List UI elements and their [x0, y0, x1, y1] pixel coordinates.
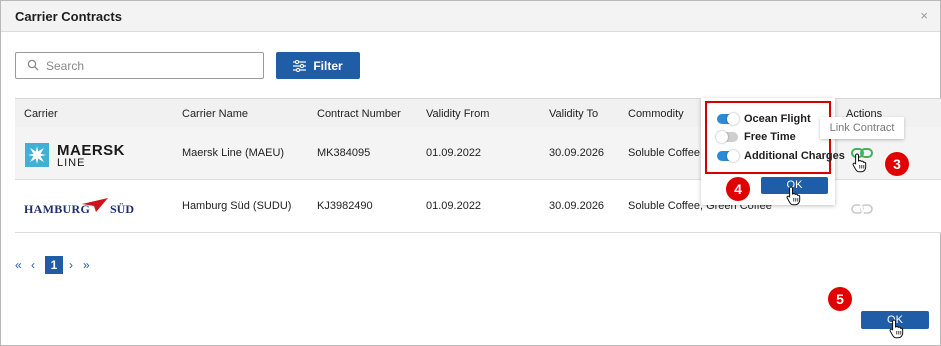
option-label: Ocean Flight: [744, 113, 811, 125]
maersk-logo-subtext: LINE: [57, 157, 86, 169]
carrier-name-cell: Maersk Line (MAEU): [182, 147, 285, 159]
hand-pointer-icon: [786, 186, 801, 206]
toggle-switch[interactable]: [716, 131, 738, 143]
validity-from-cell: 01.09.2022: [426, 200, 482, 212]
filter-button[interactable]: Filter: [276, 52, 360, 79]
dialog-title: Carrier Contracts: [15, 9, 122, 24]
contract-number-cell: KJ3982490: [317, 200, 373, 212]
toggle-switch[interactable]: [717, 150, 739, 162]
header-commodity[interactable]: Commodity: [628, 108, 684, 120]
filter-label: Filter: [313, 58, 343, 73]
hamburg-logo-subtext: SÜD: [110, 202, 135, 216]
validity-to-cell: 30.09.2026: [549, 147, 605, 159]
close-icon[interactable]: ×: [920, 8, 928, 23]
link-contract-tooltip: Link Contract: [820, 117, 904, 139]
step-badge-4: 4: [726, 177, 750, 201]
link-icon[interactable]: [851, 203, 873, 215]
header-carrier-name[interactable]: Carrier Name: [182, 108, 248, 120]
dialog-titlebar: Carrier Contracts ×: [1, 1, 940, 32]
first-page-button[interactable]: «: [15, 258, 29, 272]
next-page-button[interactable]: ›: [69, 258, 79, 272]
option-label: Free Time: [744, 131, 796, 143]
validity-to-cell: 30.09.2026: [549, 200, 605, 212]
header-carrier[interactable]: Carrier: [24, 108, 58, 120]
hand-pointer-icon: [852, 153, 867, 173]
search-icon: [27, 59, 39, 71]
toggle-switch[interactable]: [717, 113, 739, 125]
header-validity-to[interactable]: Validity To: [549, 108, 598, 120]
validity-from-cell: 01.09.2022: [426, 147, 482, 159]
carrier-name-cell: Hamburg Süd (SUDU): [182, 200, 292, 212]
header-contract-number[interactable]: Contract Number: [317, 108, 401, 120]
search-input[interactable]: [46, 57, 251, 75]
maersk-star-icon: [25, 143, 49, 167]
option-additional-charges[interactable]: Additional Charges: [717, 150, 845, 162]
sliders-icon: [293, 59, 307, 72]
header-validity-from[interactable]: Validity From: [426, 108, 489, 120]
current-page[interactable]: 1: [45, 256, 63, 274]
step-badge-5: 5: [828, 287, 852, 311]
option-ocean-flight[interactable]: Ocean Flight: [717, 113, 811, 125]
last-page-button[interactable]: »: [83, 258, 97, 272]
maersk-logo: MAERSK LINE: [25, 140, 150, 170]
step-badge-3: 3: [885, 152, 909, 176]
hamburg-logo-text: HAMBURG: [24, 202, 91, 216]
contract-number-cell: MK384095: [317, 147, 371, 159]
prev-page-button[interactable]: ‹: [31, 258, 41, 272]
hand-pointer-icon: [889, 319, 904, 339]
pagination: « ‹ 1 › »: [15, 256, 97, 274]
option-free-time[interactable]: Free Time: [716, 131, 796, 143]
option-label: Additional Charges: [744, 150, 845, 162]
hamburg-sud-logo: HAMBURG SÜD: [24, 198, 139, 218]
search-field[interactable]: [15, 52, 264, 79]
hamburg-flag-icon: [82, 198, 108, 212]
